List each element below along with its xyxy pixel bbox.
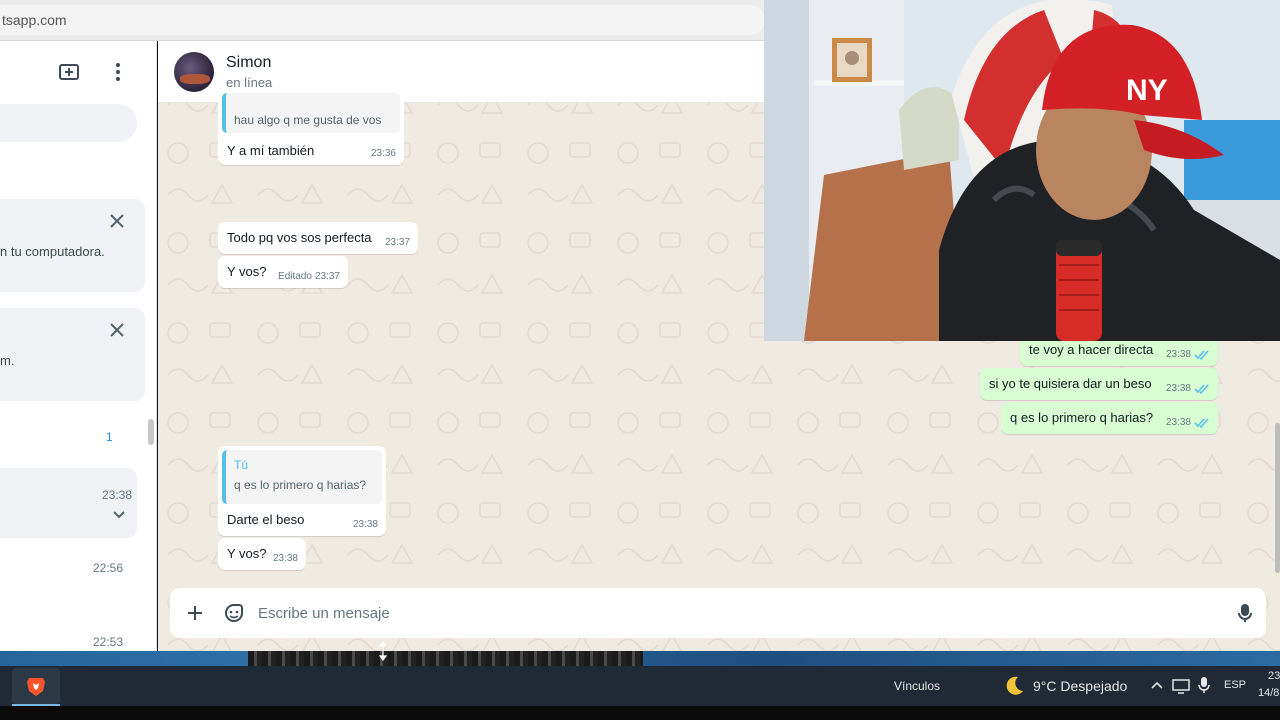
quoted-message[interactable]: hau algo q me gusta de vos — [222, 93, 400, 133]
message-text: si yo te quisiera dar un beso — [989, 376, 1152, 391]
message-text: Y a mí también — [227, 143, 315, 158]
microphone-icon[interactable] — [1198, 676, 1210, 699]
quoted-text: hau algo q me gusta de vos — [234, 113, 382, 127]
message-bubble-incoming[interactable]: Y vos? Editado 23:37 — [218, 256, 348, 288]
conversation-scrollbar[interactable] — [1275, 423, 1280, 573]
contact-name: Simon — [226, 54, 272, 71]
moon-icon — [1003, 675, 1025, 702]
message-time: 23:38 — [1165, 349, 1191, 360]
message-text: te voy a hacer directa — [1029, 342, 1154, 357]
chat-list-item[interactable]: 22:56 — [0, 549, 156, 585]
chat-list-sidebar: n tu computadora. m. 1 23:38 22:56 22:53 — [0, 41, 157, 651]
quoted-author: Tú — [234, 458, 249, 472]
chat-time: 23:38 — [101, 488, 132, 502]
message-time: 23:36 — [370, 148, 396, 159]
chat-time: 22:53 — [92, 635, 123, 649]
notice-card: m. — [0, 308, 145, 401]
message-bubble-outgoing[interactable]: si yo te quisiera dar un beso 23:38 — [980, 368, 1218, 400]
message-bubble-incoming[interactable]: Todo pq vos sos perfecta 23:37 — [218, 222, 418, 254]
message-text: Y vos? — [227, 264, 267, 279]
notice-card: n tu computadora. — [0, 199, 145, 292]
contact-status: en línea — [226, 75, 273, 90]
browser-toolbar: tsapp.com — [0, 0, 765, 41]
resize-cursor-icon — [378, 641, 388, 661]
taskbar: Vínculos 9°C Despejado ESP 23 14/8 — [0, 666, 1280, 706]
double-check-icon — [1194, 384, 1209, 394]
message-meta: 23:38 — [1166, 383, 1210, 394]
chevron-up-icon[interactable] — [1150, 678, 1164, 697]
message-input[interactable] — [258, 600, 1138, 626]
desktop-wallpaper-detail — [248, 651, 643, 666]
webcam-video: NY — [764, 0, 1280, 341]
message-time: 23:38 — [272, 553, 298, 564]
double-check-icon — [1194, 350, 1209, 360]
screen: tsapp.com n tu computadora. m. 1 23:38 2… — [0, 0, 1280, 720]
notice-text: n tu computadora. — [0, 244, 105, 259]
message-meta: 23:38 — [353, 519, 378, 530]
screen-bottom-edge — [0, 706, 1280, 720]
menu-dots-icon[interactable] — [103, 57, 133, 87]
edited-label: Editado — [278, 271, 312, 282]
message-meta: 23:38 — [273, 553, 298, 564]
message-time: 23:38 — [1165, 417, 1191, 428]
network-icon[interactable] — [1172, 678, 1190, 699]
close-icon[interactable] — [107, 211, 127, 231]
message-bubble-outgoing[interactable]: q es lo primero q harias? 23:38 — [1001, 402, 1218, 434]
message-meta: 23:38 — [1166, 417, 1210, 428]
address-bar[interactable]: tsapp.com — [0, 5, 765, 35]
message-time: 23:37 — [384, 237, 410, 248]
chat-time: 22:56 — [92, 561, 123, 575]
plus-icon[interactable] — [182, 600, 208, 626]
message-time: 23:37 — [314, 271, 340, 282]
message-meta: Editado 23:37 — [278, 271, 340, 282]
message-text: Y vos? — [227, 546, 267, 561]
message-text: Todo pq vos sos perfecta — [227, 230, 372, 245]
message-meta: 23:38 — [1166, 349, 1210, 360]
chevron-down-icon[interactable] — [111, 508, 127, 526]
unread-badge: 1 — [106, 430, 113, 444]
clock-date[interactable]: 14/8 — [1258, 687, 1279, 699]
webcam-overlay: NY — [764, 0, 1280, 341]
message-bubble-incoming[interactable]: hau algo q me gusta de vos Y a mí tambié… — [218, 89, 404, 165]
new-chat-icon[interactable] — [54, 57, 84, 87]
message-bubble-incoming[interactable]: Y vos? 23:38 — [218, 538, 306, 570]
message-text: q es lo primero q harias? — [1010, 410, 1154, 425]
clock-time[interactable]: 23 — [1268, 670, 1280, 682]
sidebar-header — [0, 41, 156, 103]
message-meta: 23:37 — [385, 237, 410, 248]
search-field[interactable] — [0, 104, 137, 142]
message-time: 23:38 — [1165, 383, 1191, 394]
microphone-icon[interactable] — [1232, 600, 1258, 626]
taskbar-app-brave[interactable] — [12, 668, 60, 706]
message-meta: 23:36 — [371, 148, 396, 159]
message-time: 23:38 — [352, 519, 378, 530]
notice-text: m. — [0, 353, 15, 368]
avatar[interactable] — [174, 52, 214, 92]
quoted-text: q es lo primero q harias? — [234, 478, 367, 492]
chat-list-item-selected[interactable]: 23:38 — [0, 468, 137, 538]
language-indicator[interactable]: ESP — [1224, 679, 1246, 691]
message-text: Darte el beso — [227, 512, 305, 527]
chat-list-item[interactable]: 1 — [0, 419, 156, 455]
message-composer — [170, 588, 1266, 638]
brave-icon — [25, 675, 47, 702]
close-icon[interactable] — [107, 320, 127, 340]
svg-text:NY: NY — [1126, 74, 1168, 107]
weather-widget[interactable]: 9°C Despejado — [1033, 678, 1127, 694]
message-bubble-incoming[interactable]: Tú q es lo primero q harias? Darte el be… — [218, 446, 386, 536]
chat-list-item[interactable]: 22:53 — [0, 623, 156, 651]
double-check-icon — [1194, 418, 1209, 428]
quoted-message[interactable]: Tú q es lo primero q harias? — [222, 450, 382, 504]
sticker-icon[interactable] — [221, 600, 247, 626]
links-toolbar[interactable]: Vínculos — [894, 679, 940, 693]
